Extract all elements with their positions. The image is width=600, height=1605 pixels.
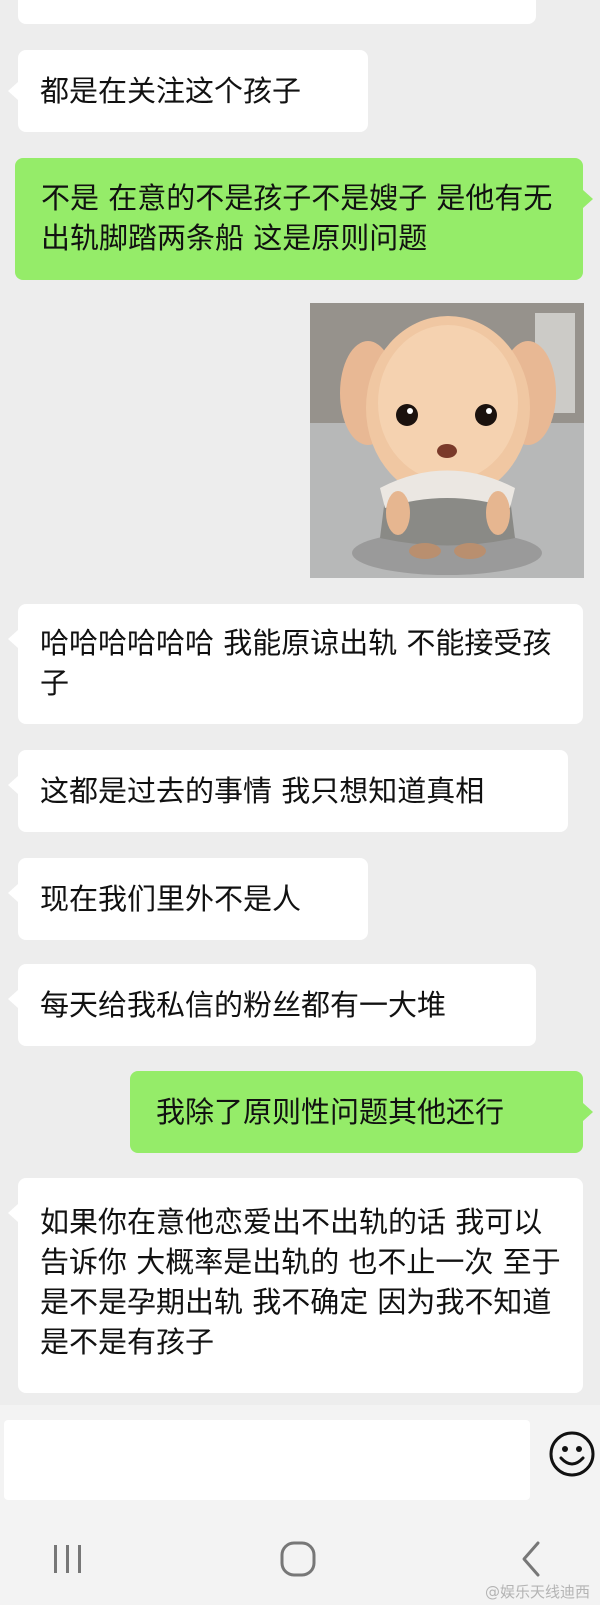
message-text: 现在我们里外不是人 [40,882,302,916]
message-bubble[interactable]: 都是在关注这个孩子 [18,50,368,132]
message-text: 哈哈哈哈哈哈 我能原谅出轨 不能接受孩子 [40,626,552,700]
home-icon[interactable] [276,1537,320,1581]
message-bubble[interactable]: 现在我们里外不是人 [18,858,368,940]
bubble-tail [583,1103,593,1121]
bubble-tail [583,190,593,208]
back-icon[interactable] [510,1537,554,1581]
partial-message-bubble[interactable] [18,0,536,24]
bubble-tail [8,630,18,648]
sticker-image [310,303,584,578]
message-bubble[interactable]: 我除了原则性问题其他还行 [130,1071,583,1153]
message-text: 都是在关注这个孩子 [40,74,302,108]
bubble-tail [8,776,18,794]
input-bar [0,1405,600,1513]
bubble-tail [8,1204,18,1222]
message-input[interactable] [4,1420,530,1500]
message-text: 这都是过去的事情 我只想知道真相 [40,774,485,808]
plush-puppy-sticker[interactable] [310,303,584,578]
message-bubble[interactable]: 哈哈哈哈哈哈 我能原谅出轨 不能接受孩子 [18,604,583,724]
chat-area[interactable]: 都是在关注这个孩子 不是 在意的不是孩子不是嫂子 是他有无出轨脚踏两条船 这是原… [0,0,600,1405]
watermark: @娱乐天线迪西 [484,1583,590,1601]
message-text: 不是 在意的不是孩子不是嫂子 是他有无出轨脚踏两条船 这是原则问题 [41,181,553,255]
system-navigation-bar: @娱乐天线迪西 [0,1513,600,1605]
bubble-tail [8,82,18,100]
bubble-tail [8,990,18,1008]
message-bubble[interactable]: 不是 在意的不是孩子不是嫂子 是他有无出轨脚踏两条船 这是原则问题 [15,158,583,280]
message-text: 我除了原则性问题其他还行 [156,1095,505,1129]
message-bubble[interactable]: 这都是过去的事情 我只想知道真相 [18,750,568,832]
bubble-tail [8,884,18,902]
smiley-face-icon[interactable] [548,1430,596,1478]
message-text: 如果你在意他恋爱出不出轨的话 我可以告诉你 大概率是出轨的 也不止一次 至于是不… [40,1205,561,1359]
message-bubble[interactable]: 每天给我私信的粉丝都有一大堆 [18,964,536,1046]
message-bubble[interactable]: 如果你在意他恋爱出不出轨的话 我可以告诉你 大概率是出轨的 也不止一次 至于是不… [18,1178,583,1393]
message-text: 每天给我私信的粉丝都有一大堆 [40,988,447,1022]
recent-apps-icon[interactable] [46,1537,90,1581]
